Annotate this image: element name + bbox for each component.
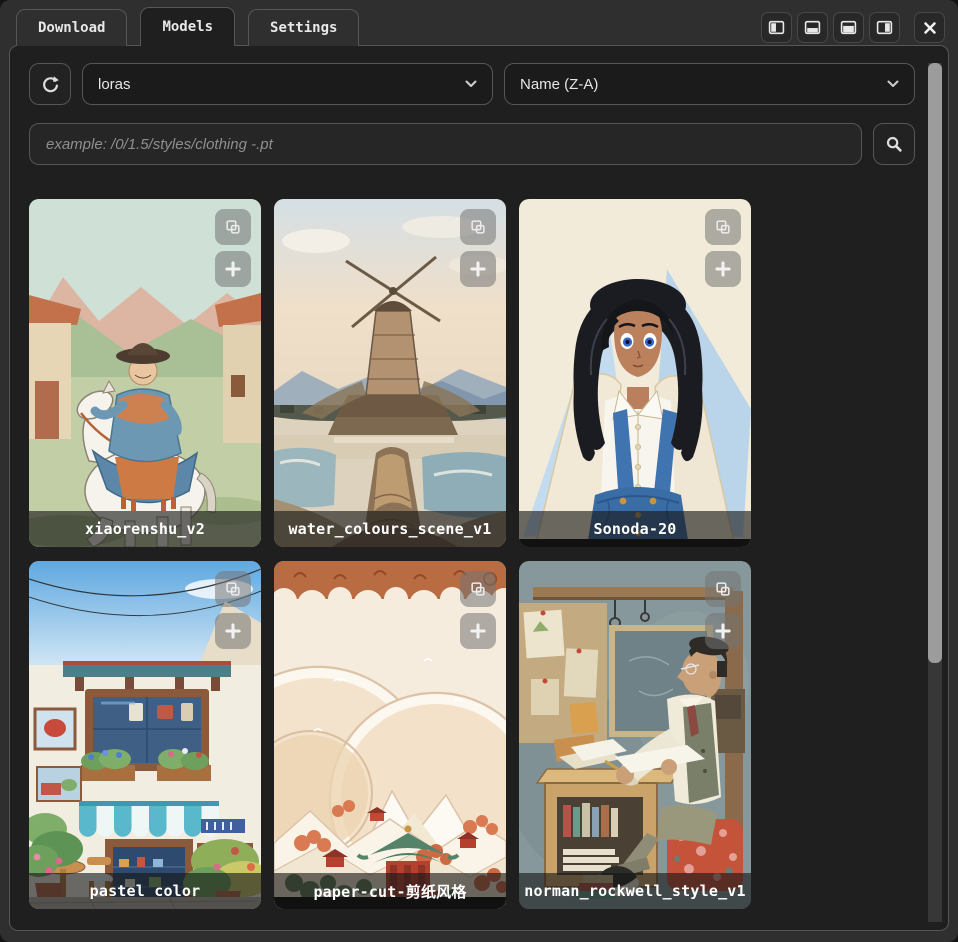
model-card[interactable]: xiaorenshu_v2 bbox=[29, 199, 261, 547]
dock-left-button[interactable] bbox=[761, 12, 792, 43]
model-type-select[interactable]: loras bbox=[82, 63, 493, 105]
tab-bar: Download Models Settings bbox=[16, 0, 359, 46]
dock-bottom-button[interactable] bbox=[797, 12, 828, 43]
plus-icon bbox=[714, 622, 732, 640]
model-card[interactable]: norman_rockwell_style_v1 bbox=[519, 561, 751, 909]
split-left-icon bbox=[768, 19, 785, 36]
close-button[interactable] bbox=[914, 12, 945, 43]
refresh-button[interactable] bbox=[29, 63, 71, 105]
copy-model-button[interactable] bbox=[705, 571, 741, 607]
dock-right-button[interactable] bbox=[869, 12, 900, 43]
copy-icon bbox=[714, 218, 732, 236]
close-icon bbox=[921, 19, 939, 37]
sort-select[interactable]: Name (Z-A) bbox=[504, 63, 915, 105]
copy-icon bbox=[469, 580, 487, 598]
add-model-button[interactable] bbox=[215, 613, 251, 649]
model-card[interactable]: pastel color bbox=[29, 561, 261, 909]
copy-model-button[interactable] bbox=[705, 209, 741, 245]
search-row bbox=[29, 123, 915, 165]
plus-icon bbox=[224, 260, 242, 278]
model-type-value: loras bbox=[98, 76, 131, 93]
copy-model-button[interactable] bbox=[215, 571, 251, 607]
chevron-down-icon bbox=[465, 80, 477, 88]
copy-icon bbox=[224, 218, 242, 236]
dock-top-button[interactable] bbox=[833, 12, 864, 43]
filter-row: loras Name (Z-A) bbox=[29, 63, 915, 105]
plus-icon bbox=[469, 260, 487, 278]
copy-model-button[interactable] bbox=[215, 209, 251, 245]
copy-icon bbox=[714, 580, 732, 598]
split-right-icon bbox=[876, 19, 893, 36]
refresh-icon bbox=[40, 74, 61, 95]
model-card[interactable]: Sonoda-20 bbox=[519, 199, 751, 547]
model-card[interactable]: paper-cut-剪纸风格 bbox=[274, 561, 506, 909]
model-card[interactable]: water_colours_scene_v1 bbox=[274, 199, 506, 547]
copy-icon bbox=[469, 218, 487, 236]
split-bottom-icon bbox=[804, 19, 821, 36]
plus-icon bbox=[224, 622, 242, 640]
models-panel: loras Name (Z-A) bbox=[9, 45, 949, 931]
tab-models[interactable]: Models bbox=[140, 7, 235, 46]
model-name: paper-cut-剪纸风格 bbox=[274, 873, 506, 909]
model-name: Sonoda-20 bbox=[519, 511, 751, 547]
vertical-scrollbar-thumb[interactable] bbox=[928, 63, 942, 663]
tab-settings[interactable]: Settings bbox=[248, 9, 359, 46]
tab-download[interactable]: Download bbox=[16, 9, 127, 46]
vertical-scrollbar-track[interactable] bbox=[928, 63, 942, 922]
model-name: norman_rockwell_style_v1 bbox=[519, 873, 751, 909]
add-model-button[interactable] bbox=[705, 613, 741, 649]
copy-model-button[interactable] bbox=[460, 571, 496, 607]
model-browser-window: Download Models Settings bbox=[0, 0, 958, 942]
add-model-button[interactable] bbox=[705, 251, 741, 287]
model-name: water_colours_scene_v1 bbox=[274, 511, 506, 547]
plus-icon bbox=[714, 260, 732, 278]
sort-value: Name (Z-A) bbox=[520, 76, 598, 93]
model-name: xiaorenshu_v2 bbox=[29, 511, 261, 547]
add-model-button[interactable] bbox=[460, 251, 496, 287]
search-button[interactable] bbox=[873, 123, 915, 165]
copy-model-button[interactable] bbox=[460, 209, 496, 245]
add-model-button[interactable] bbox=[460, 613, 496, 649]
search-input[interactable] bbox=[29, 123, 862, 165]
search-icon bbox=[884, 134, 904, 154]
copy-icon bbox=[224, 580, 242, 598]
model-card-grid: xiaorenshu_v2 bbox=[29, 199, 751, 909]
split-top-icon bbox=[840, 19, 857, 36]
chevron-down-icon bbox=[887, 80, 899, 88]
plus-icon bbox=[469, 622, 487, 640]
model-name: pastel color bbox=[29, 873, 261, 909]
add-model-button[interactable] bbox=[215, 251, 251, 287]
window-controls bbox=[761, 12, 945, 43]
